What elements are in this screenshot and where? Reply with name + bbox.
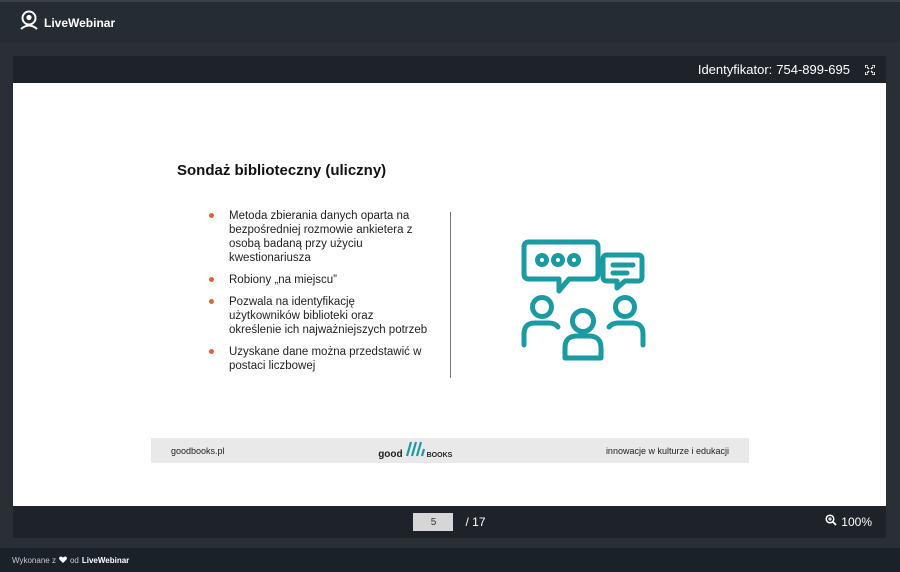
brand-logo[interactable]: LiveWebinar: [18, 10, 115, 35]
bullet-text: Metoda zbierania danych oparta na bezpoś…: [229, 210, 413, 264]
zoom-in-icon[interactable]: [825, 514, 837, 529]
list-item: Pozwala na identyfikację użytkowników bi…: [207, 295, 429, 337]
top-app-bar: LiveWebinar: [0, 0, 900, 43]
slide-divider: [450, 212, 451, 378]
footer-brand-link[interactable]: LiveWebinar: [82, 556, 129, 565]
list-item: Robiony „na miejscu”: [207, 273, 429, 287]
bullet-dot-icon: [209, 299, 214, 304]
zoom-level: 100%: [841, 514, 872, 529]
session-id-label: Identyfikator:: [697, 62, 773, 77]
books-stripes-icon: [405, 441, 425, 460]
bullet-text: Uzyskane dane można przedstawić w postac…: [229, 346, 422, 372]
slide-footer-tagline: innowacje w kulturze i edukacji: [605, 445, 729, 456]
bullet-text: Pozwala na identyfikację użytkowników bi…: [229, 296, 428, 336]
fullscreen-icon[interactable]: [864, 64, 876, 76]
list-item: Metoda zbierania danych oparta na bezpoś…: [207, 209, 429, 265]
heart-icon: [59, 555, 67, 565]
people-conversation-icon: [521, 237, 647, 366]
logo-text-right: books: [426, 449, 453, 460]
list-item: Uzyskane dane można przedstawić w postac…: [207, 345, 429, 373]
slide-canvas: Sondaż biblioteczny (uliczny) Metoda zbi…: [13, 83, 886, 506]
bullet-dot-icon: [209, 349, 214, 354]
bullet-dot-icon: [209, 277, 214, 282]
slide-footer-bar: goodbooks.pl good books innowacje w kult…: [151, 438, 749, 463]
session-identifier: Identyfikator: 754-899-695: [698, 62, 850, 77]
goodbooks-logo: good books: [378, 441, 452, 460]
page-footer: Wykonane z od LiveWebinar: [0, 548, 900, 572]
livewebinar-logo-icon: [18, 10, 40, 35]
presentation-viewer: Identyfikator: 754-899-695 Sondaż bibliot…: [13, 56, 886, 538]
page-number-input[interactable]: [413, 513, 454, 531]
logo-text-left: good: [378, 449, 403, 460]
slide-bullet-list: Metoda zbierania danych oparta na bezpoś…: [207, 209, 429, 381]
bullet-dot-icon: [209, 213, 214, 218]
session-id-value: 754-899-695: [776, 62, 850, 77]
slide-title: Sondaż biblioteczny (uliczny): [177, 162, 387, 179]
page-total: / 17: [465, 515, 486, 529]
brand-name: LiveWebinar: [44, 15, 116, 30]
slide-footer-url: goodbooks.pl: [171, 445, 225, 456]
viewer-controls: / 17 100%: [13, 506, 886, 538]
bullet-text: Robiony „na miejscu”: [229, 274, 338, 286]
viewer-header: Identyfikator: 754-899-695: [13, 56, 886, 83]
workspace: Identyfikator: 754-899-695 Sondaż bibliot…: [0, 43, 900, 548]
zoom-control[interactable]: 100%: [825, 514, 872, 529]
footer-by: od: [69, 555, 79, 565]
footer-made-with: Wykonane z: [12, 555, 56, 565]
